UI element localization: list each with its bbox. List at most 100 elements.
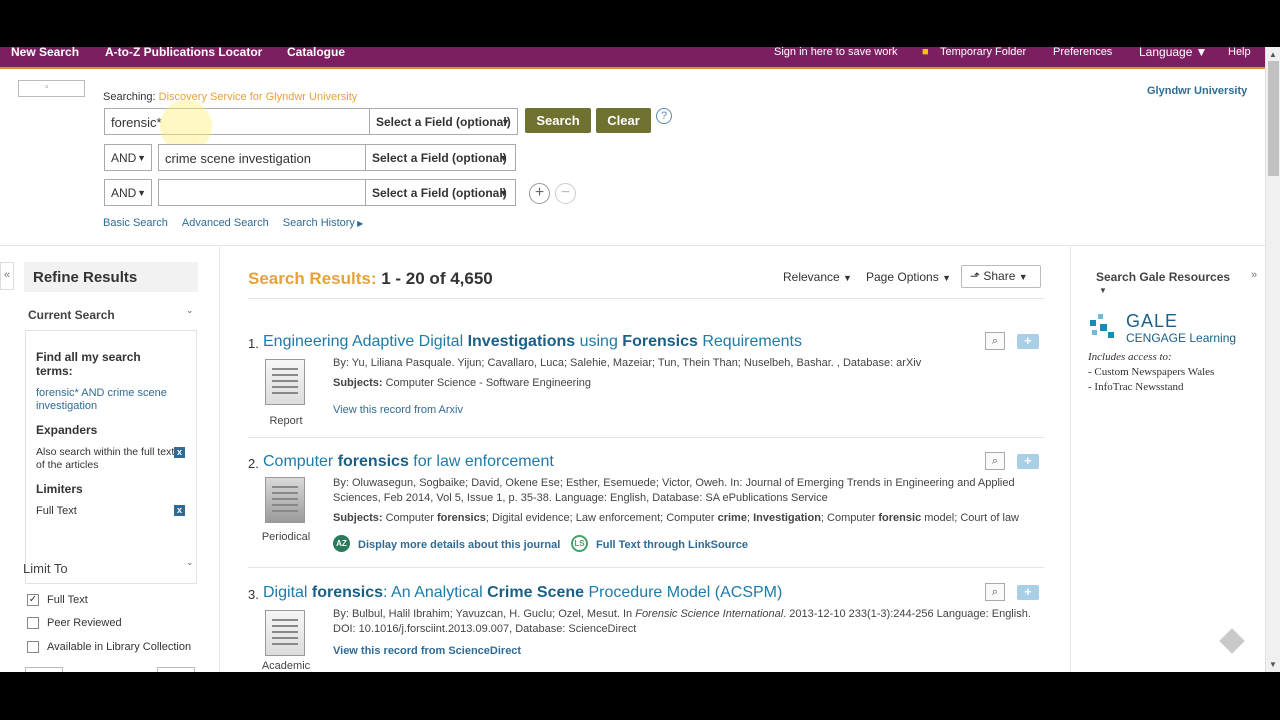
broken-image-icon: ▫ xyxy=(45,82,49,93)
remove-limiter-icon[interactable]: x xyxy=(174,505,185,516)
add-to-folder-icon[interactable] xyxy=(1017,333,1039,349)
add-to-folder-icon[interactable] xyxy=(1017,453,1039,469)
nav-catalogue[interactable]: Catalogue xyxy=(287,47,345,58)
collapse-left-icon[interactable]: « xyxy=(0,262,14,290)
gale-resources-heading[interactable]: Search Gale Resources xyxy=(1096,270,1230,284)
clear-button[interactable]: Clear xyxy=(596,108,651,133)
add-row-icon[interactable]: + xyxy=(529,183,550,204)
ebsco-page: New Search A-to-Z Publications Locator C… xyxy=(0,47,1280,672)
refine-title: Refine Results xyxy=(33,269,138,286)
search-history-link[interactable]: Search History ▶ xyxy=(283,217,364,229)
chevron-down-icon[interactable]: ⌄ xyxy=(186,305,194,316)
nav-atoz-locator[interactable]: A-to-Z Publications Locator xyxy=(105,47,262,58)
chevron-down-icon: ▼ xyxy=(1018,272,1028,282)
nav-temporary-folder[interactable]: Temporary Folder xyxy=(940,47,1026,58)
view-record-link[interactable]: View this record from Arxiv xyxy=(333,403,463,418)
report-icon xyxy=(265,359,305,405)
boolean-select-3[interactable]: AND ▼ xyxy=(104,179,152,206)
expanders-label: Expanders xyxy=(36,423,98,437)
chevron-down-icon[interactable]: ▼ xyxy=(1099,286,1107,295)
gale-resource-item: - InfoTrac Newsstand xyxy=(1088,381,1184,393)
gale-logo-mark xyxy=(1088,312,1118,342)
advanced-search-link[interactable]: Advanced Search xyxy=(182,217,269,229)
field-select-3[interactable]: Select a Field (optional) ▼ xyxy=(365,179,516,206)
date-from-input[interactable] xyxy=(25,667,63,672)
results-heading: Search Results: 1 - 20 of 4,650 xyxy=(248,269,493,288)
chevron-right-icon: ▶ xyxy=(354,219,364,228)
share-icon: ⬏ xyxy=(970,269,981,283)
boolean-select-2[interactable]: AND ▼ xyxy=(104,144,152,171)
az-journal-icon: AZ xyxy=(333,535,350,552)
field-select-1[interactable]: Select a Field (optional) ▼ xyxy=(369,108,518,135)
scroll-down-icon[interactable]: ▼ xyxy=(1269,660,1277,669)
library-collection-checkbox[interactable] xyxy=(27,641,39,653)
nav-help[interactable]: Help xyxy=(1228,47,1251,58)
back-to-top-icon[interactable] xyxy=(1219,628,1245,654)
preview-icon[interactable]: ⌕ xyxy=(985,332,1005,350)
result-title-3[interactable]: Digital forensics: An Analytical Crime S… xyxy=(263,584,782,602)
date-to-input[interactable] xyxy=(157,667,195,672)
journal-details-link[interactable]: Display more details about this journal xyxy=(358,538,560,553)
folder-icon: ■ xyxy=(922,47,929,58)
nav-language[interactable]: Language ▼ xyxy=(1139,47,1207,59)
scrollbar-thumb[interactable] xyxy=(1268,61,1279,176)
result-authors: By: Yu, Liliana Pasquale. Yijun; Cavalla… xyxy=(333,357,922,369)
nav-preferences[interactable]: Preferences xyxy=(1053,47,1112,58)
share-button[interactable]: ⬏ Share ▼ xyxy=(961,265,1041,288)
collapse-right-icon[interactable]: » xyxy=(1251,269,1257,281)
search-input-1[interactable]: forensic* xyxy=(104,108,370,135)
search-input-3[interactable] xyxy=(158,179,366,206)
limiters-label: Limiters xyxy=(36,482,83,496)
results-range: 1 - 20 of 4,650 xyxy=(381,269,493,288)
nav-new-search[interactable]: New Search xyxy=(11,47,79,58)
chevron-down-icon: ▼ xyxy=(137,153,146,163)
linksource-icon: LS xyxy=(571,535,588,552)
chevron-down-icon: ▼ xyxy=(942,273,951,283)
page-scrollbar[interactable]: ▲ ▼ xyxy=(1265,47,1280,672)
search-button[interactable]: Search xyxy=(525,108,591,133)
help-icon[interactable]: ? xyxy=(656,108,672,124)
page-options-dropdown[interactable]: Page Options ▼ xyxy=(866,270,951,284)
basic-search-link[interactable]: Basic Search xyxy=(103,217,168,229)
current-search-heading[interactable]: Current Search xyxy=(28,308,115,322)
remove-expander-icon[interactable]: x xyxy=(174,447,185,458)
peer-reviewed-label: Peer Reviewed xyxy=(47,617,122,629)
chevron-down-icon: ▼ xyxy=(501,117,510,127)
preview-icon[interactable]: ⌕ xyxy=(985,583,1005,601)
preview-icon[interactable]: ⌕ xyxy=(985,452,1005,470)
field-select-2[interactable]: Select a Field (optional) ▼ xyxy=(365,144,516,171)
add-to-folder-icon[interactable] xyxy=(1017,584,1039,600)
right-column-divider xyxy=(1070,247,1071,672)
search-mode-links: Basic Search Advanced Search Search Hist… xyxy=(103,217,363,229)
result-divider xyxy=(248,567,1044,568)
institution-name: Glyndwr University xyxy=(1147,85,1248,97)
result-title-2[interactable]: Computer forensics for law enforcement xyxy=(263,453,554,471)
chevron-down-icon: ▼ xyxy=(843,273,852,283)
library-collection-label: Available in Library Collection xyxy=(47,641,192,653)
result-subjects: Subjects: Computer Science - Software En… xyxy=(333,377,592,389)
result-number: 2. xyxy=(248,456,259,471)
searching-line: Searching: Discovery Service for Glyndwr… xyxy=(103,91,357,103)
peer-reviewed-checkbox[interactable] xyxy=(27,617,39,629)
relevance-sort-dropdown[interactable]: Relevance ▼ xyxy=(783,270,852,284)
search-input-2[interactable]: crime scene investigation xyxy=(158,144,366,171)
remove-row-icon[interactable]: − xyxy=(555,183,576,204)
nav-sign-in[interactable]: Sign in here to save work xyxy=(774,47,898,58)
result-divider xyxy=(248,437,1044,438)
periodical-icon xyxy=(265,477,305,523)
view-record-link[interactable]: View this record from ScienceDirect xyxy=(333,644,521,659)
scroll-up-icon[interactable]: ▲ xyxy=(1269,50,1277,59)
current-query-link[interactable]: forensic* AND crime scene investigation xyxy=(36,387,186,413)
publication-type: Academic xyxy=(261,660,311,672)
institution-logo: ▫ xyxy=(18,80,85,97)
gale-logo-text: GALE xyxy=(1126,311,1179,331)
full-text-checkbox[interactable]: ✓ xyxy=(27,594,39,606)
chevron-down-icon[interactable]: ⌄ xyxy=(186,557,194,568)
expander-item: Also search within the full text of the … xyxy=(36,446,175,471)
chevron-down-icon: ▼ xyxy=(499,153,508,163)
result-number: 1. xyxy=(248,336,259,351)
result-title-1[interactable]: Engineering Adaptive Digital Investigati… xyxy=(263,333,802,351)
limit-to-heading[interactable]: Limit To xyxy=(23,561,68,576)
full-text-linksource-link[interactable]: Full Text through LinkSource xyxy=(596,538,748,553)
chevron-down-icon: ▼ xyxy=(499,188,508,198)
